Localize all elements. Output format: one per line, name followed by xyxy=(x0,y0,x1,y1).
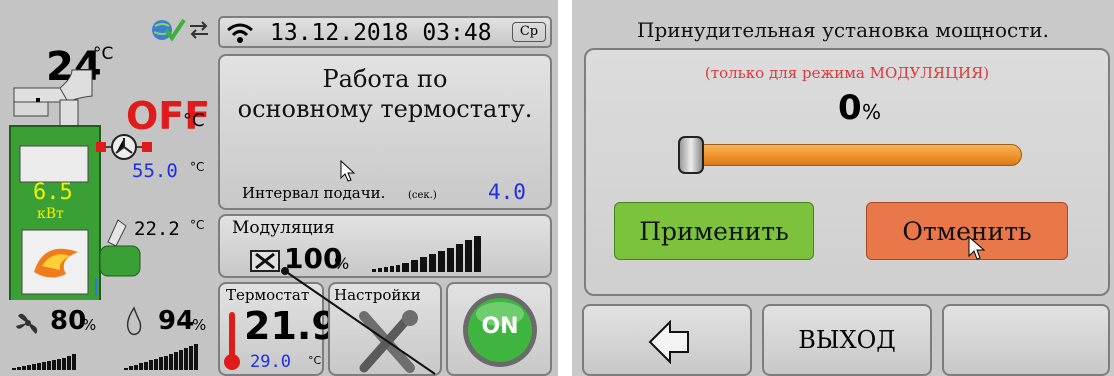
apply-button-label: Применить xyxy=(639,216,789,246)
exit-button-label: ВЫХОД xyxy=(798,326,896,354)
flame-percent: 94 xyxy=(158,306,195,336)
modulation-only-note: (только для режима МОДУЛЯЦИЯ) xyxy=(704,64,990,82)
status-message: Работа по основному термостату. xyxy=(220,64,550,124)
datetime-text: 13.12.2018 03:48 xyxy=(270,20,492,46)
interval-label: Интервал подачи. xyxy=(242,184,386,202)
empty-nav-button[interactable] xyxy=(942,304,1110,376)
back-button[interactable] xyxy=(582,304,752,376)
fan-temp: 55.0 xyxy=(132,160,178,182)
power-override-screen: Принудительная установка мощности. (толь… xyxy=(572,0,1114,376)
fan-temp-unit: °C xyxy=(190,160,205,174)
fan-percent-unit: % xyxy=(82,316,97,334)
on-label: ON xyxy=(481,314,519,339)
cancel-button-label: Отменить xyxy=(902,216,1032,246)
arrow-left-icon xyxy=(648,320,689,364)
modulation-label: Модуляция xyxy=(232,218,335,238)
datetime-bar: 13.12.2018 03:48 Ср xyxy=(218,16,552,48)
flame-level-bars xyxy=(124,342,198,370)
pointer-cursor-icon xyxy=(340,160,356,182)
fan-icon xyxy=(16,313,38,334)
exit-button[interactable]: ВЫХОД xyxy=(762,304,932,376)
tools-icon xyxy=(250,250,280,272)
status-message-panel: Работа по основному термостату. Интервал… xyxy=(218,54,552,210)
flame-percent-unit: % xyxy=(192,316,207,334)
interval-unit: (сек.) xyxy=(408,190,437,201)
cancel-button[interactable]: Отменить xyxy=(866,202,1068,260)
power-slider-track[interactable] xyxy=(682,144,1022,166)
fan-level-bars xyxy=(12,348,76,370)
wifi-icon xyxy=(227,23,253,43)
power-override-panel: (только для режима МОДУЛЯЦИЯ) 0 % Примен… xyxy=(584,48,1110,296)
network-status-icon xyxy=(152,18,208,42)
pointer-cursor-icon xyxy=(968,236,986,260)
boiler-main-screen: 13.12.2018 03:48 Ср 24 °C OFF °C 55.0 °C… xyxy=(0,0,558,376)
pointer-line xyxy=(281,267,436,375)
power-unit: кВт xyxy=(37,206,64,222)
override-power-percent: % xyxy=(862,100,882,124)
exhaust-unit: °C xyxy=(183,110,205,131)
interval-value: 4.0 xyxy=(488,180,526,204)
power-override-title: Принудительная установка мощности. xyxy=(637,18,1049,42)
feed-temp: 22.2 xyxy=(134,218,180,240)
status-message-line1: Работа по xyxy=(322,65,448,93)
apply-button[interactable]: Применить xyxy=(614,202,814,260)
override-power-value: 0 xyxy=(838,88,862,128)
power-slider-handle[interactable] xyxy=(678,136,704,174)
weekday-badge: Ср xyxy=(512,22,546,42)
feed-temp-unit: °C xyxy=(190,218,205,232)
power-on-button[interactable]: ON xyxy=(446,282,552,376)
power-value: 6.5 xyxy=(33,180,73,205)
thermometer-icon xyxy=(224,312,240,370)
status-message-line2: основному термостату. xyxy=(237,95,533,123)
flame-icon xyxy=(126,306,142,336)
fan-percent: 80 xyxy=(50,306,87,336)
